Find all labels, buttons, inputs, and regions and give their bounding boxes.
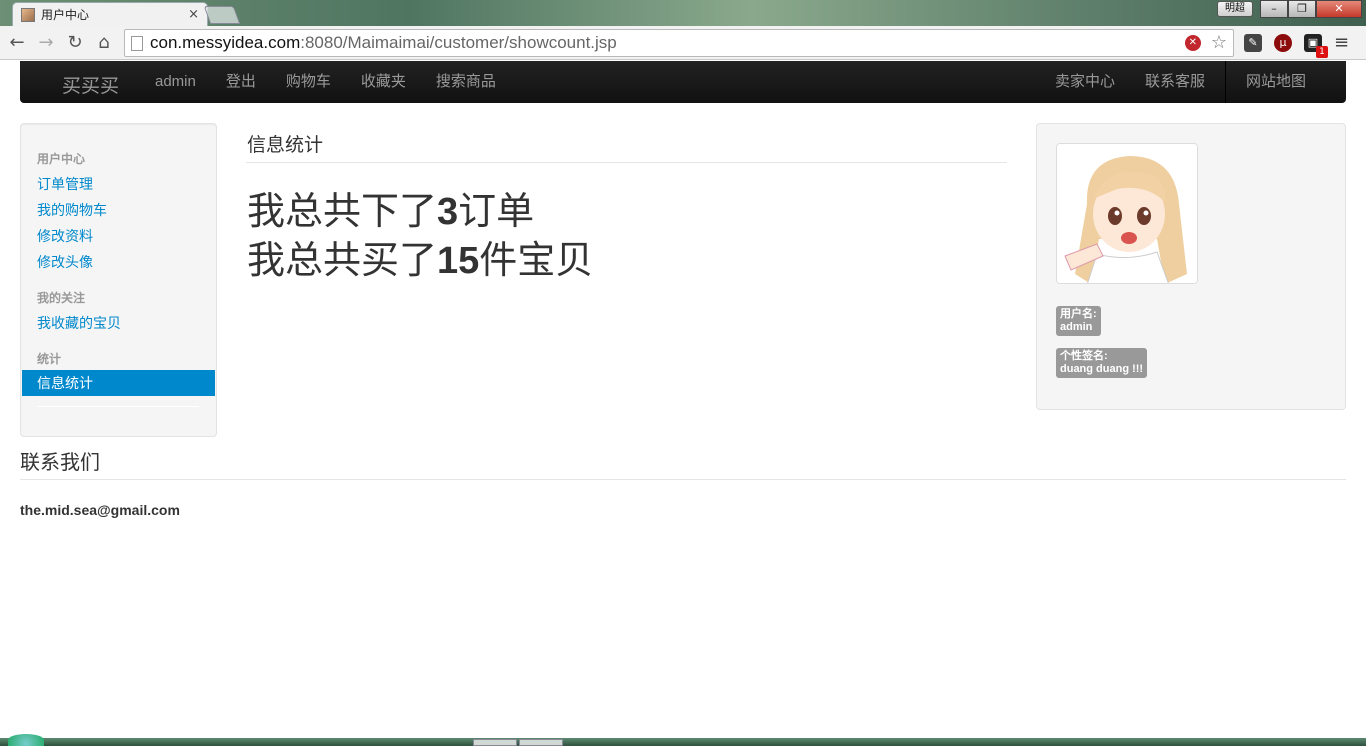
url-path: :8080/Maimaimai/customer/showcount.jsp xyxy=(300,33,617,52)
sidebar-header-following: 我的关注 xyxy=(37,291,86,305)
brand-link[interactable]: 买买买 xyxy=(62,71,119,98)
tab-close-icon[interactable]: × xyxy=(188,7,199,22)
extension-evernote-icon[interactable]: ✎ xyxy=(1244,33,1262,52)
sidebar-item-my-cart[interactable]: 我的购物车 xyxy=(37,200,107,220)
forward-arrow-icon[interactable]: → xyxy=(35,32,57,54)
site-navbar: 买买买 admin 登出 购物车 收藏夹 搜索商品 卖家中心 联系客服 网站地图 xyxy=(20,61,1346,103)
maximize-button[interactable]: ❐ xyxy=(1288,0,1316,18)
window-controls: – ❐ ✕ xyxy=(1260,0,1362,18)
extension-ublock-icon[interactable]: μ xyxy=(1274,33,1292,52)
order-count-prefix: 我总共下了 xyxy=(247,191,438,233)
avatar xyxy=(1056,143,1198,284)
nav-item-logout[interactable]: 登出 xyxy=(211,61,271,103)
blocked-icon[interactable]: ✕ xyxy=(1184,35,1201,51)
window-user-badge: 明超 xyxy=(1217,1,1253,17)
nav-item-search-products[interactable]: 搜索商品 xyxy=(421,61,511,103)
reload-icon[interactable]: ↻ xyxy=(64,32,86,54)
sidebar-divider xyxy=(37,406,199,407)
sidebar-header-stats: 统计 xyxy=(37,352,62,366)
nav-item-admin[interactable]: admin xyxy=(140,61,211,103)
os-taskbar xyxy=(0,738,1366,746)
taskbar-button[interactable] xyxy=(473,739,517,746)
username-value: admin xyxy=(1060,321,1093,333)
sidebar-header-user-center: 用户中心 xyxy=(37,152,86,166)
nav-divider xyxy=(1224,61,1226,103)
taskbar-button[interactable] xyxy=(519,739,563,746)
avatar-illustration xyxy=(1057,144,1197,283)
username-label: 用户名: xyxy=(1060,308,1097,320)
sidebar-item-saved-items[interactable]: 我收藏的宝贝 xyxy=(37,313,121,333)
item-count-suffix: 件宝贝 xyxy=(479,240,594,282)
bookmark-star-icon[interactable]: ☆ xyxy=(1211,34,1227,52)
url-host: con.messyidea.com xyxy=(150,33,301,52)
order-count-suffix: 订单 xyxy=(458,191,535,233)
start-button-icon[interactable] xyxy=(8,734,44,746)
item-count-line: 我总共买了15件宝贝 xyxy=(247,229,593,284)
sidebar-item-edit-avatar[interactable]: 修改头像 xyxy=(37,252,93,272)
sidebar-item-orders[interactable]: 订单管理 xyxy=(37,174,93,194)
contact-divider xyxy=(20,479,1346,480)
nav-item-cart[interactable]: 购物车 xyxy=(271,61,346,103)
minimize-button[interactable]: – xyxy=(1260,0,1288,18)
back-arrow-icon[interactable]: ← xyxy=(6,32,28,54)
nav-item-customer-service[interactable]: 联系客服 xyxy=(1130,61,1220,103)
username-badge: 用户名: admin xyxy=(1056,306,1101,336)
page-title: 信息统计 xyxy=(247,135,324,156)
page-icon xyxy=(131,35,143,51)
nav-left-group: admin 登出 购物车 收藏夹 搜索商品 xyxy=(140,61,511,103)
order-count-value: 3 xyxy=(437,191,459,233)
sidebar-item-edit-profile[interactable]: 修改资料 xyxy=(37,226,93,246)
signature-value: duang duang !!! xyxy=(1060,363,1144,375)
address-bar[interactable]: con.messyidea.com:8080/Maimaimai/custome… xyxy=(124,29,1234,57)
browser-tab[interactable]: 用户中心 × xyxy=(12,2,208,26)
browser-toolbar: ← → ↻ ⌂ con.messyidea.com:8080/Maimaimai… xyxy=(0,26,1366,60)
order-count-line: 我总共下了3订单 xyxy=(247,180,534,235)
home-icon[interactable]: ⌂ xyxy=(93,32,115,54)
signature-label: 个性签名: xyxy=(1060,350,1108,362)
user-sidebar: 用户中心 订单管理 我的购物车 修改资料 修改头像 我的关注 我收藏的宝贝 统计… xyxy=(20,123,217,437)
tab-favicon-icon xyxy=(21,7,35,22)
nav-item-favorites[interactable]: 收藏夹 xyxy=(346,61,421,103)
tab-title: 用户中心 xyxy=(41,8,90,22)
close-window-button[interactable]: ✕ xyxy=(1316,0,1362,18)
contact-email: the.mid.sea@gmail.com xyxy=(20,502,180,518)
nav-item-seller-center[interactable]: 卖家中心 xyxy=(1040,61,1130,103)
signature-badge: 个性签名: duang duang !!! xyxy=(1056,348,1148,378)
nav-right-group: 卖家中心 联系客服 网站地图 xyxy=(1040,61,1346,103)
new-tab-button[interactable] xyxy=(203,6,241,24)
extension-badge: 1 xyxy=(1316,45,1328,58)
contact-title: 联系我们 xyxy=(20,452,100,474)
browser-menu-icon[interactable]: ≡ xyxy=(1334,32,1349,53)
item-count-prefix: 我总共买了 xyxy=(247,240,438,282)
extension-icons: ✎ μ ▣ 1 ≡ xyxy=(1244,32,1349,58)
url-text: con.messyidea.com:8080/Maimaimai/custome… xyxy=(150,33,617,53)
profile-panel: 用户名: admin 个性签名: duang duang !!! xyxy=(1036,123,1346,410)
omnibox-icons: ✕ ☆ xyxy=(1184,34,1227,52)
nav-item-sitemap[interactable]: 网站地图 xyxy=(1231,61,1346,103)
title-divider xyxy=(246,162,1007,163)
sidebar-item-info-stats[interactable]: 信息统计 xyxy=(22,370,215,396)
extension-screenshot-icon[interactable]: ▣ 1 xyxy=(1304,33,1328,58)
item-count-value: 15 xyxy=(437,240,480,282)
